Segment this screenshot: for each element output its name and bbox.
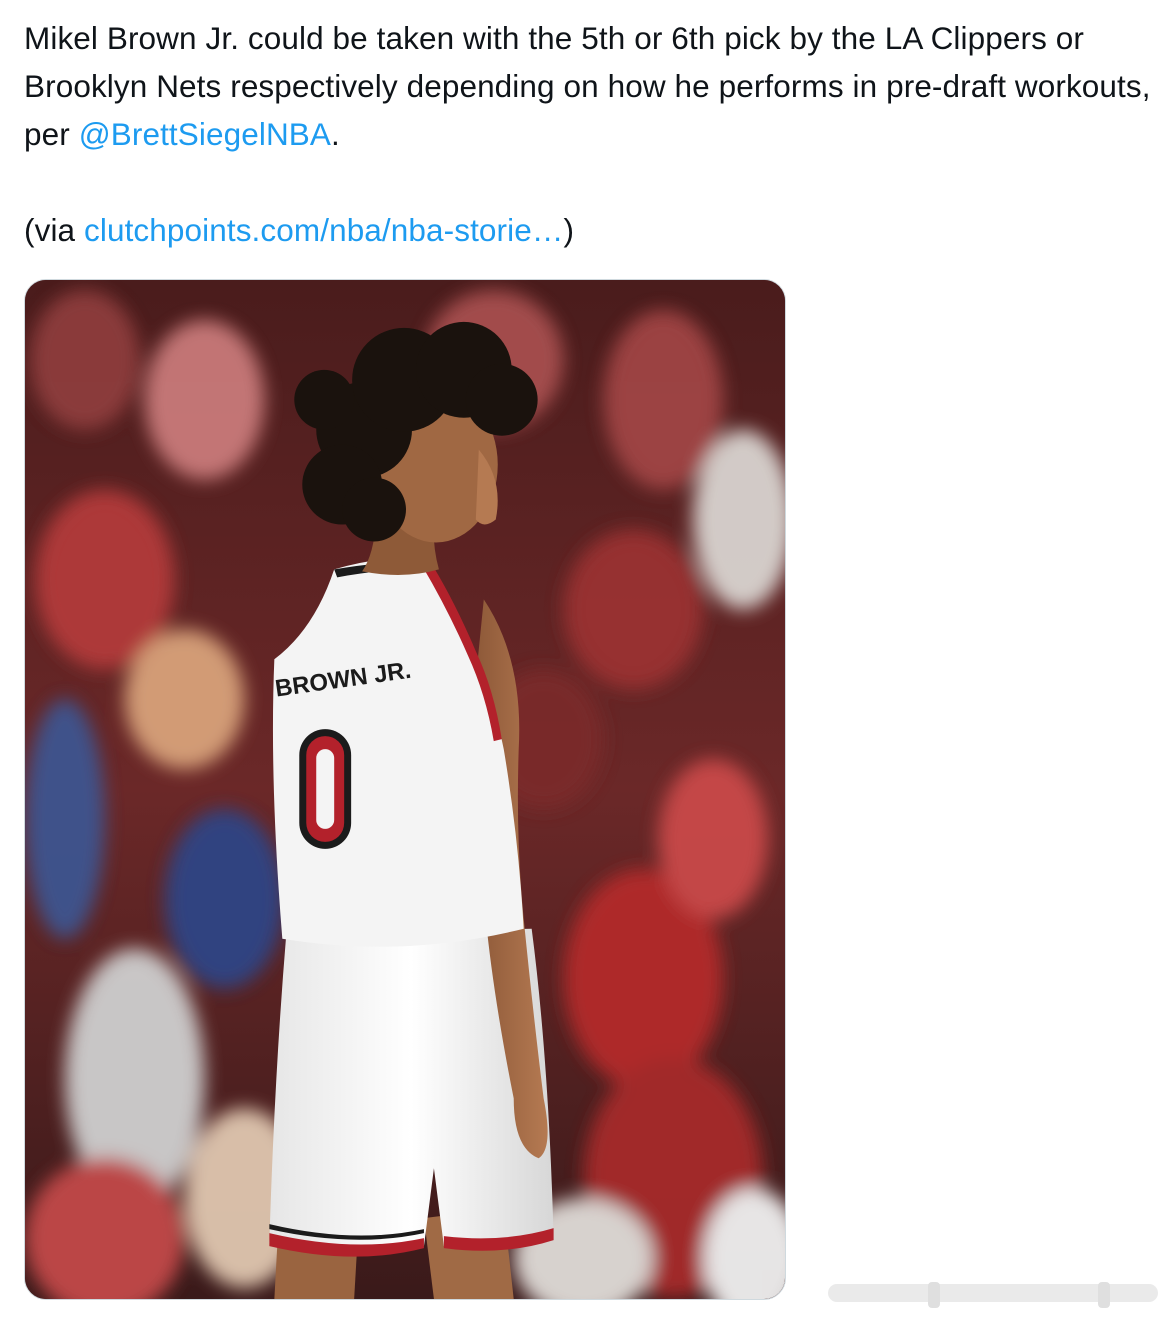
tweet-photo[interactable]: BROWN JR.	[24, 279, 786, 1300]
player-photo: BROWN JR.	[25, 280, 785, 1299]
tweet-text: Mikel Brown Jr. could be taken with the …	[24, 14, 1154, 254]
jersey-number-graphic	[299, 729, 352, 849]
mention-link[interactable]: @BrettSiegelNBA	[79, 116, 331, 152]
tweet-body: Mikel Brown Jr. could be taken with the …	[24, 14, 1154, 158]
via-line: (via clutchpoints.com/nba/nba-storie…)	[24, 206, 1154, 254]
watermark	[828, 1278, 1168, 1318]
tweet-body-end: .	[331, 116, 340, 152]
via-suffix: )	[563, 212, 575, 248]
via-prefix: (via	[24, 212, 85, 248]
source-link[interactable]: clutchpoints.com/nba/nba-storie…	[84, 212, 563, 248]
